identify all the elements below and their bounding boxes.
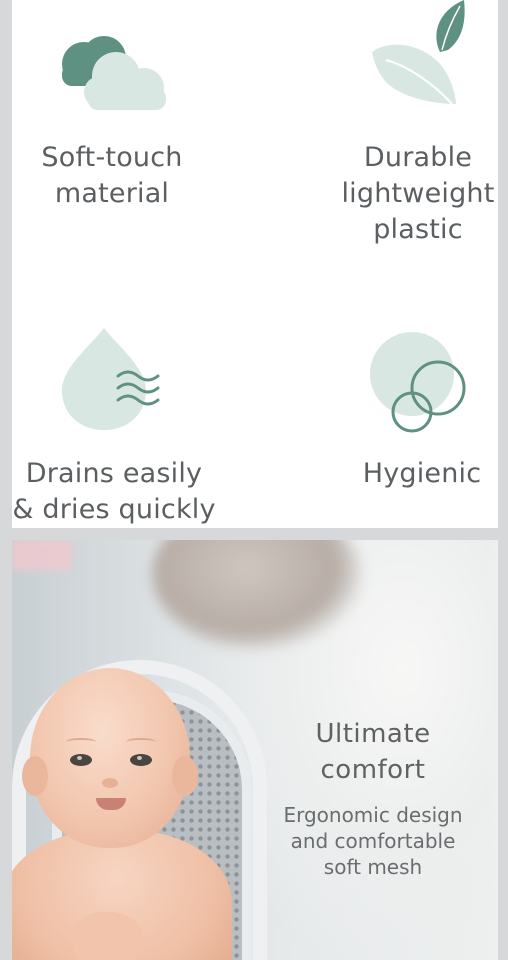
feature-drains: Drains easily & dries quickly bbox=[8, 456, 220, 528]
baby-head bbox=[22, 668, 198, 848]
feature-label: Soft-touch material bbox=[41, 142, 183, 209]
baby-brow bbox=[126, 738, 156, 746]
feature-label: Hygienic bbox=[362, 458, 482, 489]
photo-background-detail bbox=[12, 540, 72, 570]
features-panel: Soft-touch material Durable lightweight … bbox=[12, 0, 498, 528]
baby-eye bbox=[130, 754, 152, 766]
feature-hygienic: Hygienic bbox=[342, 456, 502, 492]
water-drop-icon bbox=[62, 328, 160, 430]
product-photo: Ultimate comfort Ergonomic design and co… bbox=[12, 540, 498, 960]
baby-ear bbox=[22, 756, 48, 796]
cloud-icon bbox=[62, 36, 166, 110]
feature-label: Drains easily & dries quickly bbox=[12, 458, 216, 525]
promo-title: Ultimate comfort bbox=[315, 719, 431, 785]
promo-subtitle: Ergonomic design and comfortable soft me… bbox=[283, 803, 463, 879]
leaf-icon bbox=[372, 0, 465, 105]
feature-label: Durable lightweight plastic bbox=[341, 142, 495, 245]
baby-brow bbox=[66, 738, 96, 746]
bubbles-icon bbox=[370, 332, 466, 433]
promo-text: Ultimate comfort Ergonomic design and co… bbox=[248, 716, 498, 880]
feature-soft-touch: Soft-touch material bbox=[22, 140, 202, 212]
baby-eye bbox=[70, 754, 92, 766]
baby-mouth bbox=[96, 798, 126, 810]
baby-hand bbox=[72, 912, 142, 960]
baby-nose bbox=[102, 778, 118, 788]
feature-durable: Durable lightweight plastic bbox=[332, 140, 504, 248]
baby-ear bbox=[172, 756, 198, 796]
